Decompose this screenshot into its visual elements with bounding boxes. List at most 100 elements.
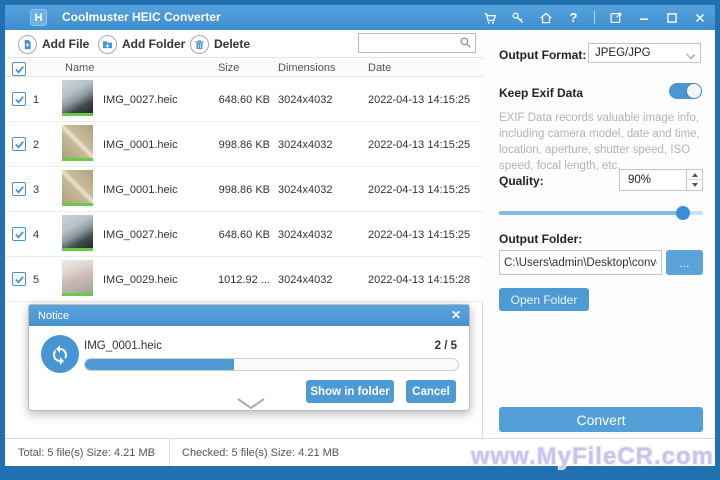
add-folder-label: Add Folder [122,37,185,51]
file-thumbnail [62,125,93,161]
row-index: 3 [33,184,39,196]
file-dimensions: 3024x4032 [278,229,332,241]
row-index: 4 [33,229,39,241]
file-date: 2022-04-13 14:15:25 [368,184,470,196]
dialog-title: Notice [38,310,69,322]
row-checkbox[interactable] [12,272,26,286]
notice-dialog: Notice ✕ IMG_0001.heic 2 / 5 Show in fol… [28,304,470,411]
output-folder-label: Output Folder: [499,232,582,246]
keep-exif-toggle[interactable] [669,83,702,99]
quality-label: Quality: [499,174,544,188]
row-index: 1 [33,94,39,106]
help-icon[interactable]: ? [566,10,581,25]
table-row[interactable]: 3 IMG_0001.heic 998.86 KB 3024x4032 2022-04-… [5,167,483,212]
column-header-size[interactable]: Size [218,62,239,74]
open-folder-button[interactable]: Open Folder [499,288,589,311]
titlebar-separator [594,11,595,24]
file-dimensions: 3024x4032 [278,94,332,106]
row-checkbox[interactable] [12,182,26,196]
converting-file-name: IMG_0001.heic [84,340,162,352]
minimize-icon[interactable] [636,10,651,25]
file-thumbnail [62,170,93,206]
add-folder-button[interactable]: Add Folder [98,33,185,55]
row-checkbox[interactable] [12,227,26,241]
watermark: www.MyFileCR.com [471,443,714,471]
row-checkbox[interactable] [12,137,26,151]
add-file-icon [18,35,37,54]
status-total: Total: 5 file(s) Size: 4.21 MB [5,439,170,466]
search-icon [459,36,472,49]
register-key-icon[interactable] [510,10,525,25]
delete-icon [190,35,209,54]
file-dimensions: 3024x4032 [278,139,332,151]
table-header: Name Size Dimensions Date [5,59,483,77]
spinner-down-button[interactable] [687,180,702,190]
column-header-name[interactable]: Name [65,62,94,74]
file-dimensions: 3024x4032 [278,274,332,286]
window-frame: H Coolmuster HEIC Converter ? [0,0,720,480]
progress-bar [84,358,459,371]
file-size: 648.60 KB [200,229,270,241]
file-date: 2022-04-13 14:15:25 [368,139,470,151]
toolbar: Add File Add Folder Delete [5,30,483,58]
table-row[interactable]: 2IMG_0001.heic998.86 KB3024x40322022-04-… [5,122,483,167]
quality-spinner[interactable]: 90% [619,169,703,191]
file-date: 2022-04-13 14:15:28 [368,274,470,286]
dialog-close-icon[interactable]: ✕ [451,308,461,322]
file-dimensions: 3024x4032 [278,184,332,196]
file-date: 2022-04-13 14:15:25 [368,229,470,241]
quality-slider[interactable] [499,206,703,220]
keep-exif-label: Keep Exif Data [499,86,583,100]
file-name: IMG_0001.heic [103,184,178,196]
output-folder-input[interactable] [499,250,662,275]
maximize-icon[interactable] [664,10,679,25]
table-row[interactable]: 4 IMG_0027.heic 648.60 KB 3024x4032 2022-04-… [5,212,483,257]
app-logo-icon: H [30,9,47,26]
home-icon[interactable] [538,10,553,25]
spinner-up-button[interactable] [687,170,702,180]
file-thumbnail [62,260,93,296]
table-row[interactable]: 1 IMG_0027.heic 648.60 KB 3024x4032 2022-04-… [5,77,483,122]
progress-bar-fill [85,359,234,370]
chevron-down-icon [686,50,695,59]
cancel-button[interactable]: Cancel [406,380,456,403]
table-row[interactable]: 5IMG_0029.heic1012.92 ...3024x40322022-0… [5,257,483,302]
file-size: 648.60 KB [200,94,270,106]
browse-button[interactable]: ... [666,250,703,275]
window-title: Coolmuster HEIC Converter [62,10,221,24]
column-header-date[interactable]: Date [368,62,391,74]
column-header-dimensions[interactable]: Dimensions [278,62,335,74]
feedback-icon[interactable] [608,10,623,25]
slider-handle[interactable] [676,206,690,220]
quality-slider-fill [499,211,683,215]
file-name: IMG_0027.heic [103,94,178,106]
progress-count: 2 / 5 [435,340,457,352]
file-size: 1012.92 ... [200,274,270,286]
file-size: 998.86 KB [200,139,270,151]
file-name: IMG_0027.heic [103,229,178,241]
file-thumbnail [62,80,93,116]
close-icon[interactable] [692,10,707,25]
file-name: IMG_0029.heic [103,274,178,286]
delete-button[interactable]: Delete [190,33,250,55]
show-in-folder-button[interactable]: Show in folder [306,380,394,403]
settings-panel: Output Format: JPEG/JPG Keep Exif Data E… [484,30,715,438]
store-cart-icon[interactable] [482,10,497,25]
file-date: 2022-04-13 14:15:25 [368,94,470,106]
delete-label: Delete [214,37,250,51]
file-name: IMG_0001.heic [103,139,178,151]
collapse-chevron-icon[interactable] [236,397,266,410]
quality-value: 90% [628,174,651,186]
add-file-button[interactable]: Add File [18,33,89,55]
select-all-checkbox[interactable] [12,62,26,76]
dialog-header[interactable]: Notice ✕ [29,305,469,326]
triangle-down-icon [692,183,698,187]
app-window: H Coolmuster HEIC Converter ? [5,5,715,466]
toggle-knob [687,84,701,98]
row-checkbox[interactable] [12,92,26,106]
status-checked: Checked: 5 file(s) Size: 4.21 MB [170,439,339,466]
convert-button[interactable]: Convert [499,407,703,432]
title-bar: H Coolmuster HEIC Converter ? [5,5,715,30]
file-size: 998.86 KB [200,184,270,196]
output-format-select[interactable]: JPEG/JPG [588,43,701,63]
